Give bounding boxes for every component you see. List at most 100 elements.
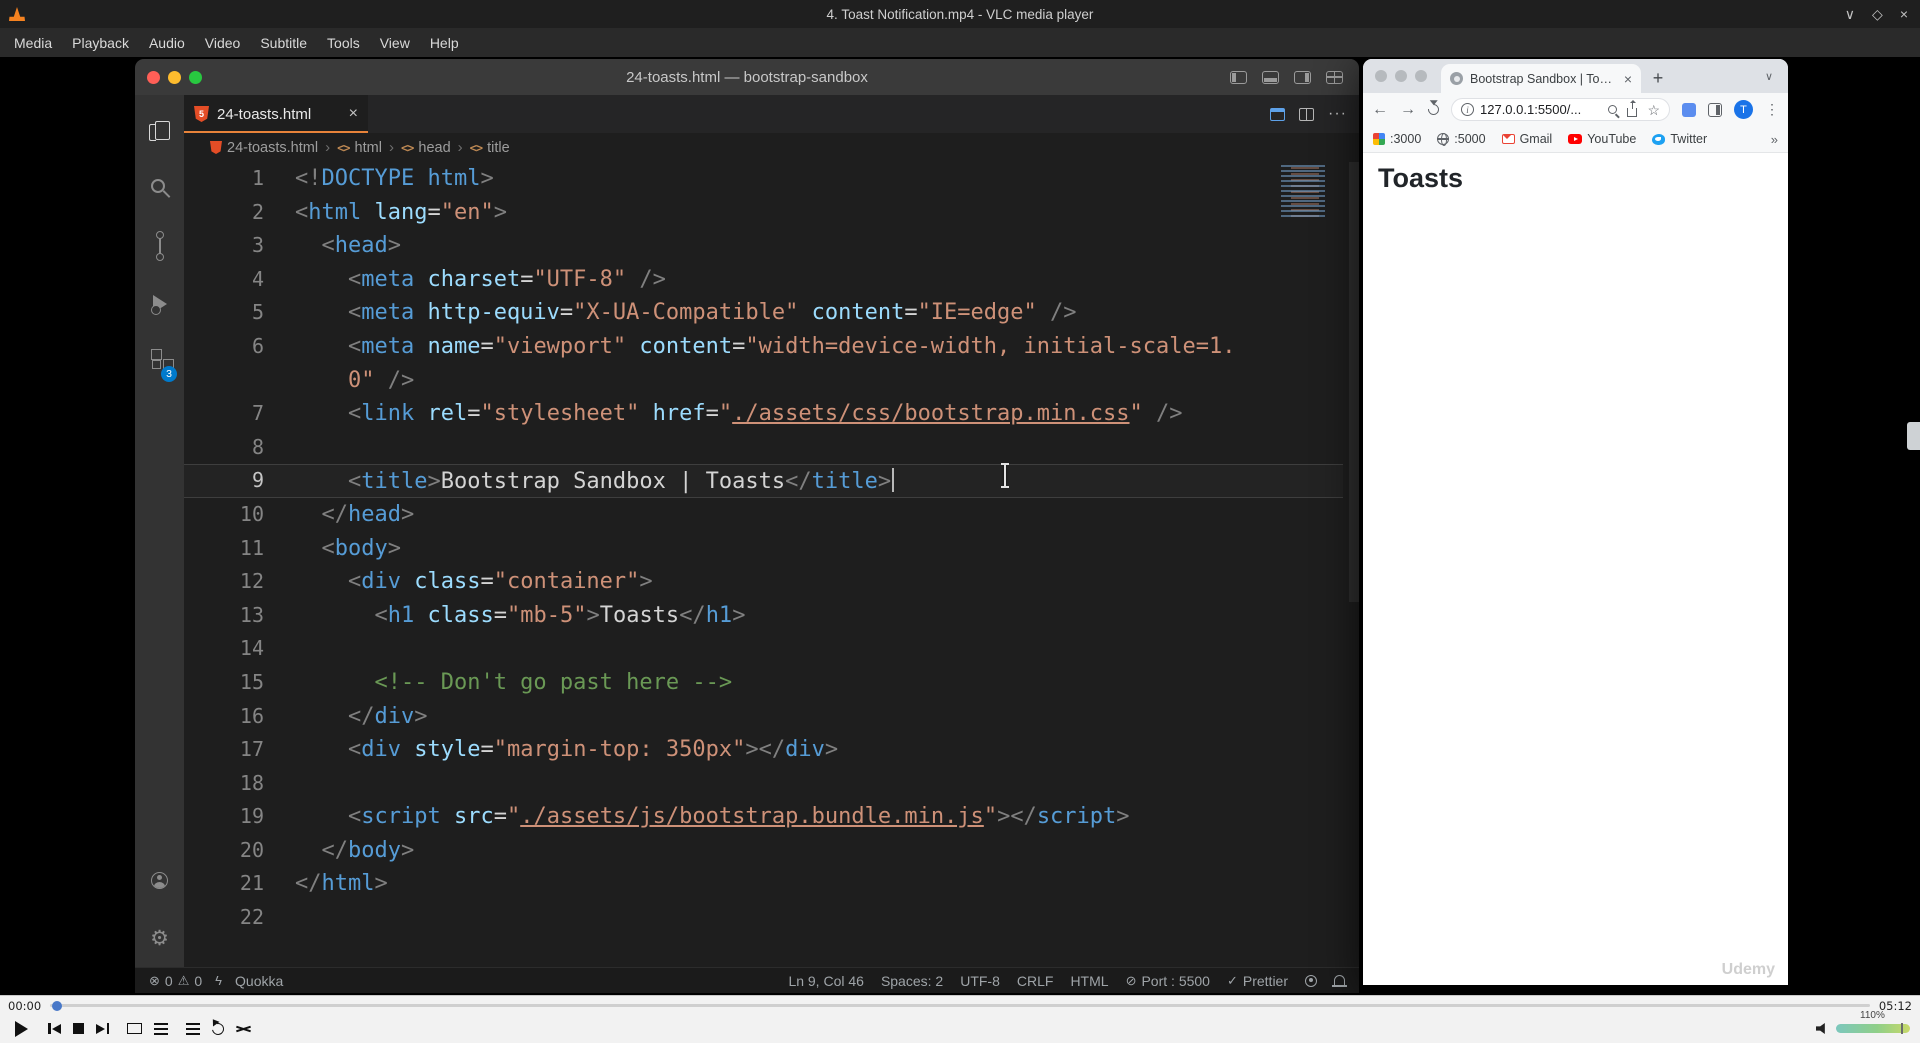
bookmark-twitter[interactable]: Twitter xyxy=(1652,132,1707,146)
menu-view[interactable]: View xyxy=(370,35,420,51)
quokka-lightning-icon[interactable]: ϟ xyxy=(215,973,222,988)
split-editor-icon[interactable] xyxy=(1299,107,1315,121)
bookmark-5000[interactable]: :5000 xyxy=(1437,132,1486,147)
menu-audio[interactable]: Audio xyxy=(139,35,195,51)
share-icon[interactable] xyxy=(1627,99,1638,117)
bookmark-gmail[interactable]: Gmail xyxy=(1501,132,1552,146)
video-canvas[interactable]: 24-toasts.html — bootstrap-sandbox 3 ⚙ 5… xyxy=(0,57,1920,995)
broadcast-icon[interactable] xyxy=(1305,974,1317,987)
address-bar[interactable]: i 127.0.0.1:5500/... ☆ xyxy=(1451,98,1670,121)
code-line[interactable]: 22 xyxy=(184,901,1359,935)
fullscreen-button[interactable] xyxy=(127,1016,142,1042)
status-ln-9-col-46[interactable]: Ln 9, Col 46 xyxy=(788,973,864,989)
code-line[interactable]: 0" /> xyxy=(184,364,1359,398)
browser-minimize-button[interactable] xyxy=(1395,70,1407,82)
code-line[interactable]: 3 <head> xyxy=(184,229,1359,263)
breadcrumb-item-head[interactable]: <> head xyxy=(401,140,451,156)
speaker-icon[interactable] xyxy=(1816,1022,1825,1035)
minimap[interactable] xyxy=(1281,165,1347,217)
breadcrumb-item-title[interactable]: <> title xyxy=(470,140,510,156)
activity-explorer[interactable] xyxy=(135,101,184,159)
vscode-titlebar[interactable]: 24-toasts.html — bootstrap-sandbox xyxy=(135,59,1359,95)
browser-tab[interactable]: Bootstrap Sandbox | Toasts × xyxy=(1441,64,1641,93)
back-button[interactable]: ← xyxy=(1372,101,1388,118)
tab-24-toasts[interactable]: 5 24-toasts.html × xyxy=(184,95,368,133)
status-crlf[interactable]: CRLF xyxy=(1017,973,1054,989)
close-button[interactable]: × xyxy=(1900,6,1908,22)
code-line[interactable]: 7 <link rel="stylesheet" href="./assets/… xyxy=(184,397,1359,431)
code-line[interactable]: 12 <div class="container"> xyxy=(184,565,1359,599)
zoom-icon[interactable] xyxy=(1608,105,1618,114)
bookmarks-overflow-icon[interactable]: » xyxy=(1771,132,1778,147)
status-utf-8[interactable]: UTF-8 xyxy=(960,973,1000,989)
activity-extensions[interactable]: 3 xyxy=(135,333,184,391)
traffic-zoom-button[interactable] xyxy=(189,70,202,84)
minimize-button[interactable]: ∨ xyxy=(1845,6,1855,23)
breadcrumb-item-24-toasts-html[interactable]: 24-toasts.html xyxy=(210,140,318,156)
code-line[interactable]: 20 </body> xyxy=(184,834,1359,868)
menu-subtitle[interactable]: Subtitle xyxy=(250,35,317,51)
forward-button[interactable]: → xyxy=(1400,101,1416,118)
activity-account[interactable] xyxy=(135,851,184,909)
activity-search[interactable] xyxy=(135,159,184,217)
previous-button[interactable] xyxy=(48,1016,61,1042)
shuffle-button[interactable] xyxy=(236,1016,251,1042)
menu-video[interactable]: Video xyxy=(195,35,251,51)
browser-tab-close-icon[interactable]: × xyxy=(1624,71,1632,87)
maximize-button[interactable]: ◇ xyxy=(1872,6,1883,23)
code-line[interactable]: 2 <html lang="en"> xyxy=(184,196,1359,230)
seek-slider[interactable] xyxy=(50,1000,1870,1011)
bookmark-youtube[interactable]: YouTube xyxy=(1568,132,1636,146)
playlist-button[interactable] xyxy=(186,1016,200,1042)
layout-panel-icon[interactable] xyxy=(1262,70,1279,84)
bookmark-star-icon[interactable]: ☆ xyxy=(1647,103,1660,117)
site-info-icon[interactable]: i xyxy=(1461,103,1474,116)
activity-run-debug[interactable] xyxy=(135,275,184,333)
editor-scrollbar[interactable] xyxy=(1349,162,1359,602)
code-line[interactable]: 10 </head> xyxy=(184,498,1359,532)
code-line[interactable]: 5 <meta http-equiv="X-UA-Compatible" con… xyxy=(184,296,1359,330)
loop-button[interactable] xyxy=(209,1016,227,1042)
activity-settings[interactable]: ⚙ xyxy=(135,909,184,967)
next-button[interactable] xyxy=(96,1016,109,1042)
status-html[interactable]: HTML xyxy=(1070,973,1108,989)
bookmark-3000[interactable]: :3000 xyxy=(1373,132,1421,146)
volume-slider[interactable] xyxy=(1836,1023,1910,1034)
code-line[interactable]: 8 xyxy=(184,431,1359,465)
browser-zoom-button[interactable] xyxy=(1415,70,1427,82)
stop-button[interactable] xyxy=(73,1016,84,1042)
layout-customize-icon[interactable] xyxy=(1326,70,1343,84)
tab-close-icon[interactable]: × xyxy=(349,105,358,123)
layout-sidebar-right-icon[interactable] xyxy=(1294,70,1311,84)
menu-media[interactable]: Media xyxy=(4,35,62,51)
new-tab-button[interactable]: + xyxy=(1645,65,1671,91)
menu-help[interactable]: Help xyxy=(420,35,469,51)
browser-menu-icon[interactable]: ⋮ xyxy=(1765,101,1779,118)
seek-handle[interactable] xyxy=(52,1000,63,1011)
status-prettier[interactable]: ✓ Prettier xyxy=(1227,973,1288,989)
side-panel-icon[interactable] xyxy=(1708,102,1722,117)
code-line[interactable]: 9 <title>Bootstrap Sandbox | Toasts</tit… xyxy=(184,464,1359,498)
code-line[interactable]: 11 <body> xyxy=(184,532,1359,566)
menu-tools[interactable]: Tools xyxy=(317,35,370,51)
problems-status[interactable]: ⊗ 0 ⚠ 0 xyxy=(149,973,202,989)
tab-search-chevron-icon[interactable]: ∨ xyxy=(1760,67,1778,85)
code-line[interactable]: 16 </div> xyxy=(184,700,1359,734)
code-line[interactable]: 14 xyxy=(184,632,1359,666)
layout-sidebar-left-icon[interactable] xyxy=(1230,70,1247,84)
status-spaces-2[interactable]: Spaces: 2 xyxy=(881,973,943,989)
browser-close-button[interactable] xyxy=(1375,70,1387,82)
code-line[interactable]: 4 <meta charset="UTF-8" /> xyxy=(184,263,1359,297)
code-line[interactable]: 1 <!DOCTYPE html> xyxy=(184,162,1359,196)
extension-icon[interactable] xyxy=(1682,102,1696,117)
quokka-status[interactable]: Quokka xyxy=(235,973,283,989)
code-line[interactable]: 17 <div style="margin-top: 350px"></div> xyxy=(184,733,1359,767)
traffic-close-button[interactable] xyxy=(147,70,160,84)
profile-avatar[interactable]: T xyxy=(1734,100,1753,119)
activity-source-control[interactable] xyxy=(135,217,184,275)
url-text[interactable]: 127.0.0.1:5500/... xyxy=(1480,102,1602,117)
reload-button[interactable] xyxy=(1425,101,1442,118)
play-button[interactable] xyxy=(8,1016,34,1042)
notifications-bell-icon[interactable] xyxy=(1332,974,1347,987)
breadcrumb-item-html[interactable]: <> html xyxy=(337,140,382,156)
